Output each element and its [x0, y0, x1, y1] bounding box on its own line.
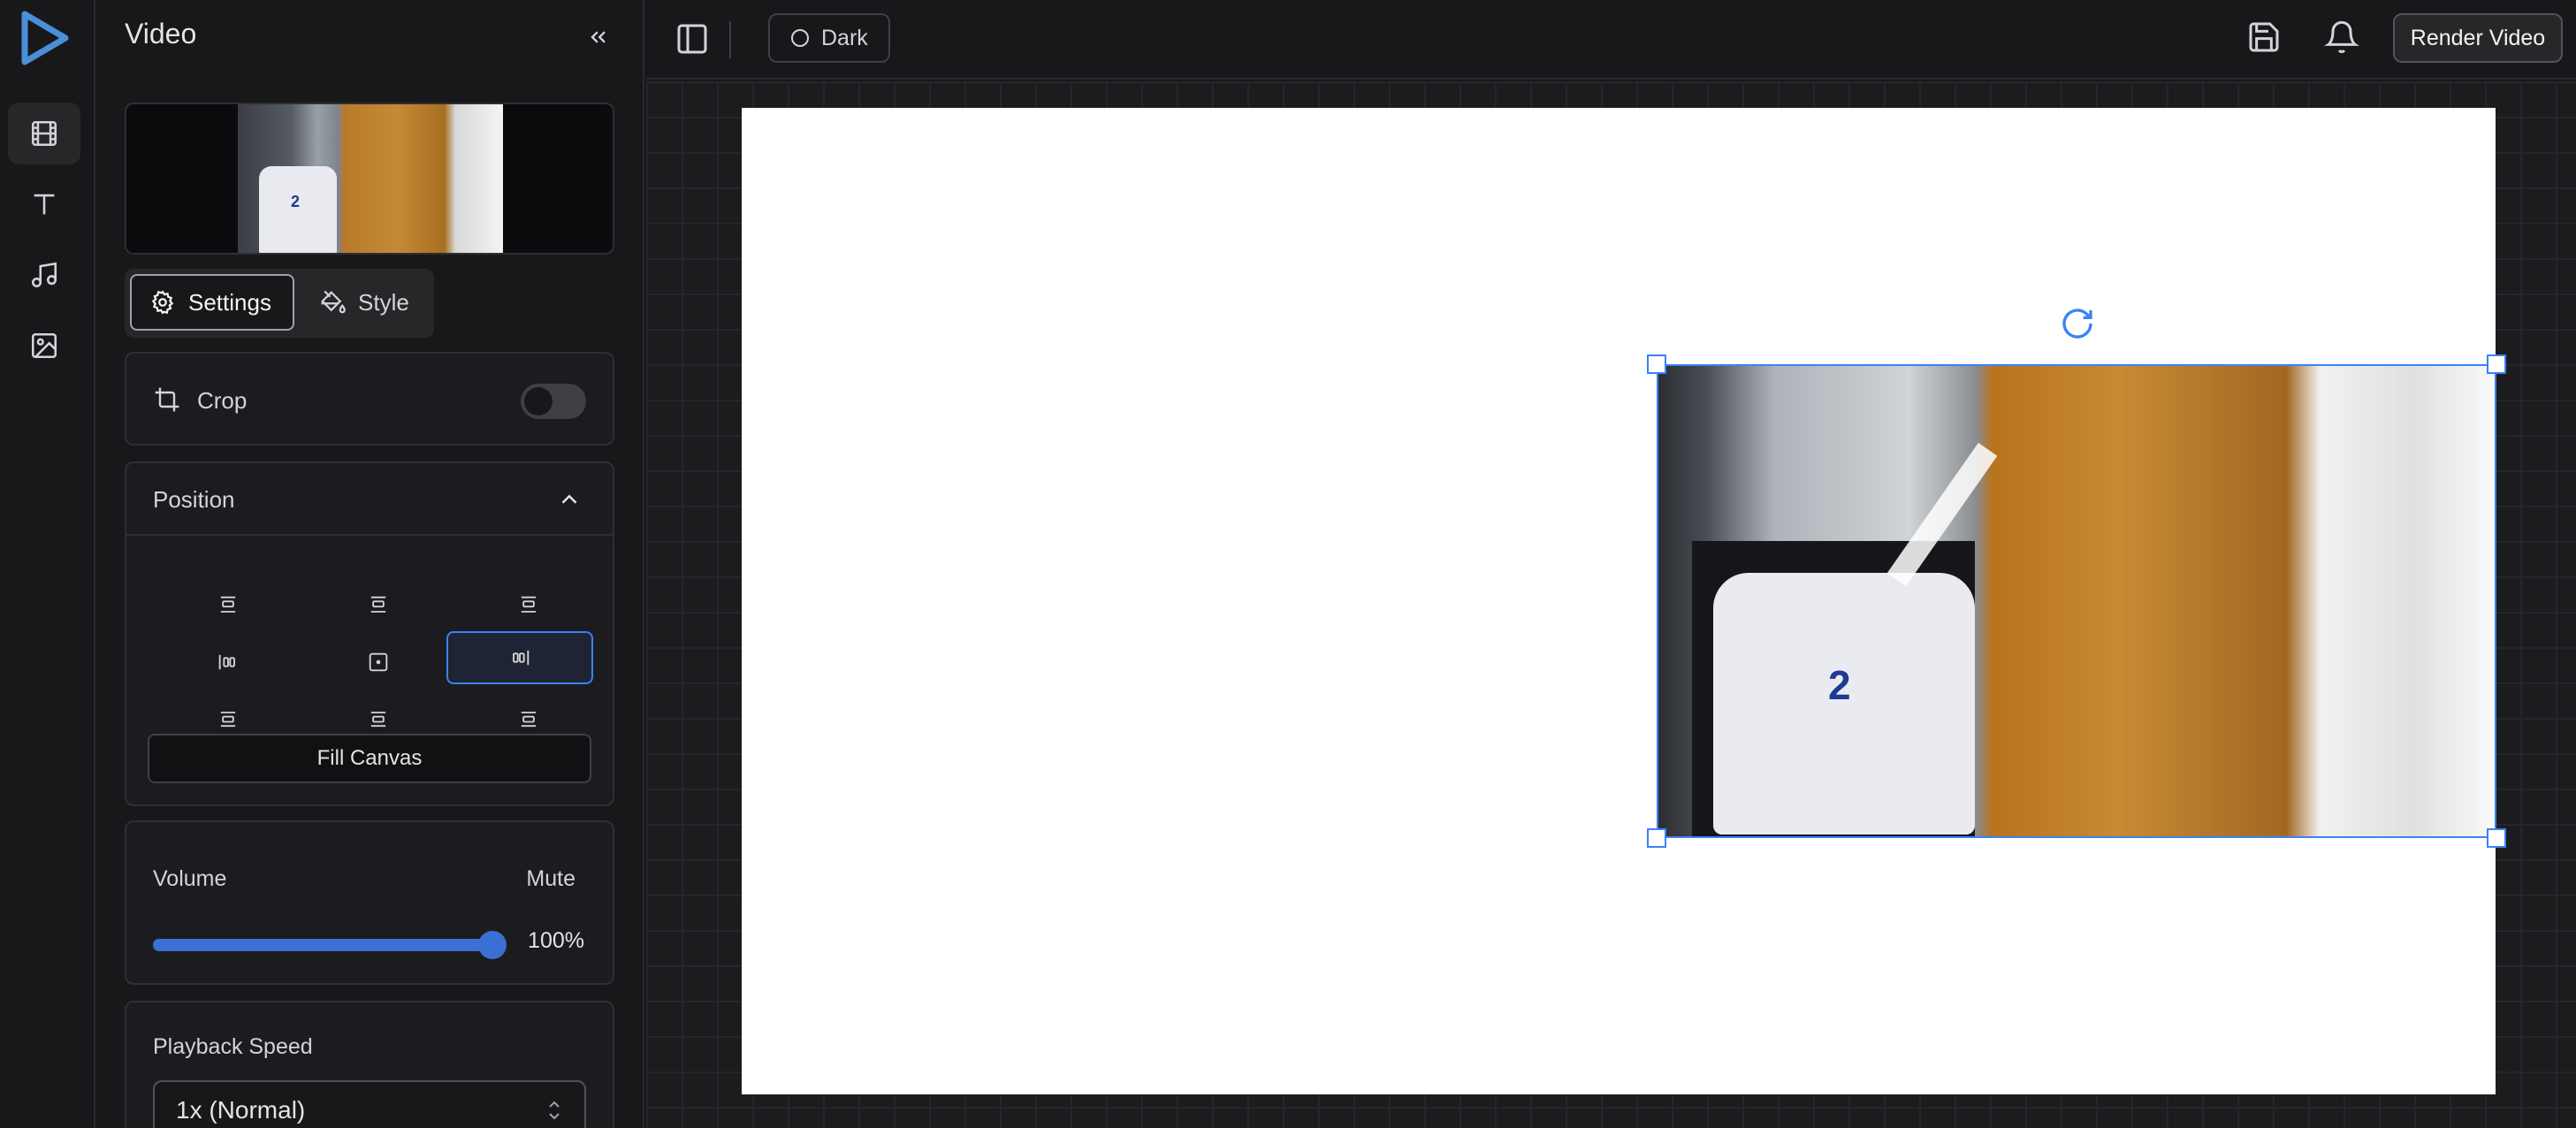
volume-card: Volume Mute 100% [125, 820, 614, 985]
align-top-icon [370, 596, 386, 613]
crop-toggle-knob [524, 387, 553, 415]
video-thumbnail: 2 [125, 103, 614, 255]
align-bottom-icon [370, 712, 386, 728]
tab-settings-label: Settings [188, 288, 271, 316]
panel-tabs: Settings Style [125, 269, 434, 338]
video-settings-panel: Video 2 Settings Style Crop Position Fil… [96, 0, 644, 1128]
align-bottom-icon [220, 712, 236, 728]
thumbnail-jersey: 2 [259, 166, 337, 253]
tab-style[interactable]: Style [301, 274, 429, 331]
tab-settings[interactable]: Settings [130, 274, 294, 331]
rotate-handle-icon[interactable] [2060, 306, 2095, 341]
jersey-number: 2 [291, 193, 301, 210]
crop-icon [155, 387, 179, 412]
align-center-button[interactable] [305, 636, 452, 688]
playback-speed-label: Playback Speed [153, 1034, 313, 1059]
position-label: Position [153, 486, 235, 513]
circle-icon [791, 29, 809, 47]
align-top-center-button[interactable] [305, 580, 452, 631]
playback-speed-card: Playback Speed 1x (Normal) [125, 1001, 614, 1128]
rail-image-button[interactable] [8, 315, 80, 377]
fill-canvas-button[interactable]: Fill Canvas [148, 734, 591, 783]
panel-title: Video [125, 18, 197, 50]
align-bottom-icon [521, 712, 537, 728]
volume-slider[interactable] [153, 931, 507, 959]
tab-style-label: Style [358, 288, 409, 316]
align-center-icon [369, 652, 388, 672]
crop-label: Crop [197, 387, 248, 414]
film-icon [31, 120, 57, 147]
resize-handle-top-right[interactable] [2487, 354, 2506, 374]
align-top-icon [220, 596, 236, 613]
rail-video-button[interactable] [8, 103, 80, 164]
save-icon[interactable] [2246, 19, 2282, 55]
align-top-left-button[interactable] [155, 580, 301, 631]
music-icon [31, 262, 57, 288]
collapse-panel-button[interactable] [581, 19, 616, 55]
volume-label: Volume [153, 866, 227, 891]
chevron-up-icon [561, 494, 577, 504]
thumbnail-image: 2 [238, 104, 503, 253]
image-icon [31, 332, 57, 359]
gear-icon [151, 290, 174, 315]
resize-handle-bottom-right[interactable] [2487, 828, 2506, 848]
rail-audio-button[interactable] [8, 244, 80, 306]
resize-handle-top-left[interactable] [1647, 354, 1666, 374]
rail-text-button[interactable] [8, 173, 80, 235]
toolbar-divider [729, 21, 731, 58]
theme-toggle-button[interactable]: Dark [768, 13, 890, 63]
resize-handle-bottom-left[interactable] [1647, 828, 1666, 848]
text-icon [34, 194, 55, 215]
playback-speed-value: 1x (Normal) [176, 1096, 306, 1124]
align-middle-left-button[interactable] [155, 636, 301, 688]
align-top-right-button[interactable] [455, 580, 602, 631]
theme-label: Dark [821, 25, 868, 50]
sidebar-toggle-icon[interactable] [674, 21, 710, 57]
paint-bucket-icon [321, 290, 346, 314]
app-logo-icon[interactable] [16, 9, 74, 67]
bell-icon[interactable] [2324, 19, 2359, 55]
left-rail [0, 0, 95, 1128]
position-header[interactable]: Position [126, 463, 613, 536]
selection-box [1657, 364, 2496, 838]
volume-slider-thumb[interactable] [478, 931, 507, 959]
position-card: Position Fill Canvas [125, 461, 614, 806]
render-video-button[interactable]: Render Video [2393, 13, 2563, 63]
mute-button[interactable]: Mute [526, 866, 575, 892]
playback-speed-select[interactable]: 1x (Normal) [153, 1080, 586, 1128]
align-middle-right-button[interactable] [446, 631, 593, 684]
crop-card: Crop [125, 352, 614, 446]
crop-toggle[interactable] [521, 384, 586, 419]
volume-value: 100% [528, 928, 584, 953]
volume-slider-fill [153, 939, 492, 951]
chevrons-left-icon [591, 31, 606, 43]
top-bar: Dark Render Video [646, 0, 2576, 80]
chevron-up-down-icon [549, 1101, 560, 1120]
align-left-icon [218, 654, 235, 670]
align-top-icon [521, 596, 537, 613]
align-right-icon [513, 650, 530, 666]
